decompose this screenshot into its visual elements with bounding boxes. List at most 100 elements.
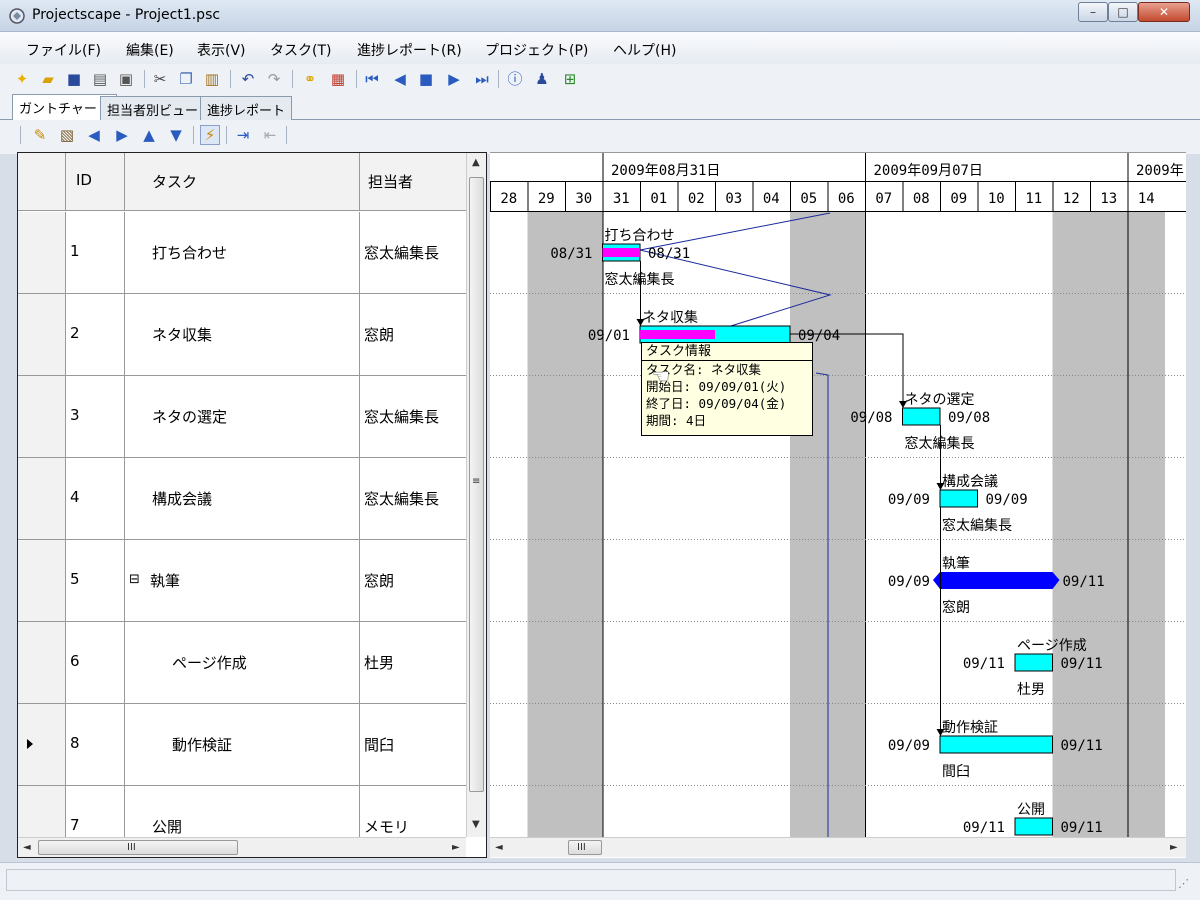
undo-icon[interactable]: ↶ — [238, 69, 258, 89]
left-arrow-icon[interactable]: ◀ — [84, 125, 104, 145]
scroll-down-arrow[interactable]: ▼ — [472, 819, 480, 830]
cell-id[interactable]: 8 — [70, 734, 80, 752]
row-header[interactable] — [18, 622, 66, 703]
task-bar[interactable] — [939, 489, 978, 508]
cell-task[interactable]: 執筆 — [150, 570, 180, 591]
print-preview-icon[interactable]: ▣ — [116, 69, 136, 89]
open-folder-icon[interactable]: ▰ — [38, 69, 58, 89]
resize-grip-icon[interactable]: ⋰ — [1178, 877, 1189, 890]
row-header[interactable] — [18, 540, 66, 621]
last-icon[interactable]: ⏭ — [472, 69, 492, 89]
cell-assignee[interactable]: 窓朗 — [364, 324, 394, 345]
cell-id[interactable]: 7 — [70, 816, 80, 834]
cell-assignee[interactable]: 窓太編集長 — [364, 242, 439, 263]
menu-progress-report[interactable]: 進捗レポート(R) — [357, 40, 462, 60]
cell-task[interactable]: 打ち合わせ — [152, 242, 227, 263]
menu-edit[interactable]: 編集(E) — [126, 40, 174, 60]
table-row[interactable]: 8 動作検証 間臼 — [18, 704, 468, 786]
menu-help[interactable]: ヘルプ(H) — [613, 40, 676, 60]
progress-bar[interactable] — [640, 330, 715, 339]
add-task-icon[interactable]: ⊞ — [560, 69, 580, 89]
pencil-icon[interactable]: ✎ — [30, 125, 50, 145]
table-row[interactable]: 5 ⊟ 執筆 窓朗 — [18, 540, 468, 622]
task-bar[interactable] — [1014, 817, 1053, 836]
redo-icon[interactable]: ↷ — [264, 69, 284, 89]
cell-task[interactable]: ネタの選定 — [152, 406, 227, 427]
tab-progress-report[interactable]: 進捗レポート — [200, 96, 293, 120]
scroll-thumb[interactable]: III — [568, 840, 602, 855]
row-header[interactable] — [18, 458, 66, 539]
cell-task[interactable]: 構成会議 — [152, 488, 212, 509]
down-arrow-icon[interactable]: ▼ — [166, 125, 186, 145]
cell-assignee[interactable]: 杜男 — [364, 652, 394, 673]
cell-task[interactable]: 公開 — [152, 816, 182, 837]
scroll-left-arrow[interactable]: ◄ — [495, 842, 503, 853]
copy-icon[interactable]: ❐ — [176, 69, 196, 89]
info-icon[interactable]: ⓘ — [505, 69, 525, 89]
summary-bar[interactable] — [933, 572, 1060, 589]
cell-assignee[interactable]: メモリ — [364, 816, 409, 837]
gantt-canvas[interactable]: 2009年08月31日 2009年09月07日 2009年 28 29 30 31 01 02 0… — [490, 153, 1186, 837]
paste-icon[interactable]: ▥ — [202, 69, 222, 89]
cell-assignee[interactable]: 間臼 — [364, 734, 394, 755]
progress-bar[interactable] — [602, 248, 641, 257]
tab-assignee-view[interactable]: 担当者別ビュー — [100, 96, 206, 120]
scroll-thumb[interactable]: III — [38, 840, 238, 855]
link-icon[interactable]: ⚭ — [300, 69, 320, 89]
cell-task[interactable]: ページ作成 — [172, 652, 247, 673]
cell-task[interactable]: 動作検証 — [172, 734, 232, 755]
cell-assignee[interactable]: 窓朗 — [364, 570, 394, 591]
print-icon[interactable]: ▤ — [90, 69, 110, 89]
first-icon[interactable]: ⏮ — [362, 69, 382, 89]
next-icon[interactable]: ▶ — [444, 69, 464, 89]
table-row[interactable]: 6 ページ作成 杜男 — [18, 622, 468, 704]
header-id[interactable]: ID — [76, 171, 92, 189]
table-row[interactable]: 2 ネタ収集 窓朗 — [18, 294, 468, 376]
header-task[interactable]: タスク — [152, 171, 197, 192]
cut-icon[interactable]: ✂ — [150, 69, 170, 89]
header-assignee[interactable]: 担当者 — [368, 171, 413, 192]
indent-icon[interactable]: ⇥ — [233, 125, 253, 145]
minimize-button[interactable]: – — [1078, 2, 1108, 22]
row-header[interactable] — [18, 294, 66, 375]
calendar-icon[interactable]: ▦ — [328, 69, 348, 89]
grid-vertical-scrollbar[interactable]: ▲ ≡ ▼ — [466, 153, 486, 837]
row-header[interactable] — [18, 376, 66, 457]
table-row[interactable]: 3 ネタの選定 窓太編集長 — [18, 376, 468, 458]
scroll-thumb[interactable]: ≡ — [469, 177, 484, 792]
row-header[interactable] — [18, 704, 66, 785]
scroll-right-arrow[interactable]: ► — [1170, 842, 1178, 853]
maximize-button[interactable]: □ — [1108, 2, 1138, 22]
row-header[interactable] — [18, 212, 66, 293]
cell-id[interactable]: 2 — [70, 324, 80, 342]
users-icon[interactable]: ♟ — [532, 69, 552, 89]
scroll-up-arrow[interactable]: ▲ — [472, 157, 480, 168]
table-row[interactable]: 4 構成会議 窓太編集長 — [18, 458, 468, 540]
cell-task[interactable]: ネタ収集 — [152, 324, 212, 345]
task-bar[interactable] — [1014, 653, 1053, 672]
cell-id[interactable]: 6 — [70, 652, 80, 670]
cell-id[interactable]: 1 — [70, 242, 80, 260]
collapse-toggle-icon[interactable]: ⊟ — [129, 572, 140, 587]
up-arrow-icon[interactable]: ▲ — [139, 125, 159, 145]
menu-project[interactable]: プロジェクト(P) — [485, 40, 588, 60]
outdent-icon[interactable]: ⇤ — [260, 125, 280, 145]
task-bar[interactable] — [902, 407, 941, 426]
menu-view[interactable]: 表示(V) — [197, 40, 246, 60]
save-icon[interactable]: ■ — [64, 69, 84, 89]
stop-icon[interactable]: ■ — [416, 69, 436, 89]
right-arrow-icon[interactable]: ▶ — [112, 125, 132, 145]
cell-assignee[interactable]: 窓太編集長 — [364, 406, 439, 427]
menu-task[interactable]: タスク(T) — [270, 40, 331, 60]
new-file-icon[interactable]: ✦ — [12, 69, 32, 89]
table-row[interactable]: 1 打ち合わせ 窓太編集長 — [18, 212, 468, 294]
scroll-right-arrow[interactable]: ► — [452, 842, 460, 853]
close-button[interactable]: ✕ — [1138, 2, 1190, 22]
cell-assignee[interactable]: 窓太編集長 — [364, 488, 439, 509]
cell-id[interactable]: 4 — [70, 488, 80, 506]
menu-file[interactable]: ファイル(F) — [26, 40, 101, 60]
cell-id[interactable]: 5 — [70, 570, 80, 588]
prev-icon[interactable]: ◀ — [390, 69, 410, 89]
lightning-icon[interactable]: ⚡ — [200, 125, 220, 145]
gantt-horizontal-scrollbar[interactable]: ◄ III ► — [490, 837, 1186, 857]
